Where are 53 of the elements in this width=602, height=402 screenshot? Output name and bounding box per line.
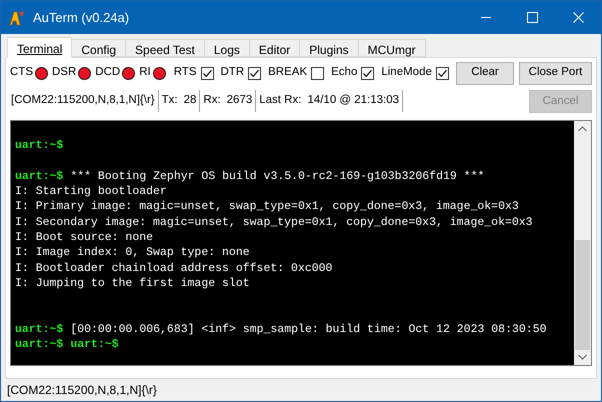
maximize-icon[interactable] — [526, 12, 538, 23]
tab[interactable]: MCUmgr — [358, 39, 426, 57]
status-text: [COM22:115200,N,8,1,N]{\r} — [7, 382, 157, 399]
info-label: Tx: — [160, 92, 179, 108]
signal-label: RI — [139, 65, 151, 80]
push-button[interactable]: Close Port — [519, 62, 592, 84]
info-value: 2673 — [224, 90, 256, 112]
terminal-line: I: Starting bootloader — [15, 184, 167, 200]
close-icon[interactable] — [572, 12, 584, 23]
push-button[interactable]: Clear — [456, 62, 514, 84]
checkbox[interactable] — [311, 66, 324, 80]
tab[interactable]: Logs — [204, 39, 250, 57]
checkbox[interactable] — [200, 66, 214, 80]
terminal-line: I: Jumping to the first image slot — [15, 276, 250, 292]
window-title: AuTerm (v0.24a) — [33, 8, 130, 27]
checkbox-label: DTR — [220, 65, 244, 80]
scroll-thumb[interactable] — [575, 240, 590, 350]
checkbox[interactable] — [248, 66, 262, 80]
checkbox[interactable] — [361, 66, 374, 80]
scroll-down-icon[interactable] — [578, 354, 587, 360]
info-value: 14/10 @ 21:13:03 — [304, 90, 404, 112]
scroll-up-icon[interactable] — [578, 126, 587, 132]
tab[interactable]: Editor — [250, 39, 300, 57]
signal-label: DCD — [95, 65, 120, 80]
checkbox-label: BREAK — [268, 65, 308, 80]
checkbox-label: RTS — [174, 65, 196, 80]
shell-prompt: uart:~$ — [15, 337, 64, 352]
shell-prompt: uart:~$ — [15, 322, 64, 338]
tab[interactable]: Terminal — [7, 37, 72, 58]
info-value: 28 — [180, 90, 200, 112]
checkbox-label: Echo — [331, 65, 358, 80]
tab[interactable]: Config — [72, 39, 126, 57]
terminal-line: I: Primary image: magic=unset, swap_type=0x1, copy_done=0x3, image_ok=0x3 — [15, 199, 519, 215]
tab[interactable]: Speed Test — [126, 39, 205, 57]
terminal-line: I: Bootloader chainload address offset: 0xc000 — [15, 260, 332, 276]
signal-label: CTS — [10, 65, 33, 80]
checkbox-label: LineMode — [381, 65, 432, 80]
app-logo-icon — [8, 8, 26, 26]
signal-label: DSR — [52, 65, 76, 80]
terminal-line: I: Secondary image: magic=unset, swap_type=0x1, copy_done=0x3, image_ok=0x3 — [15, 214, 533, 230]
terminal-line: *** Booting Zephyr OS build v3.5.0-rc2-169-g103b3206fd19 *** — [70, 168, 484, 184]
info-label: Rx: — [202, 92, 222, 108]
scrollbar[interactable] — [574, 121, 591, 365]
info-value: [COM22:115200,N,8,1,N]{\r} — [10, 90, 159, 112]
info-label: Last Rx: — [258, 92, 302, 108]
shell-prompt: uart:~$ — [70, 337, 119, 352]
shell-prompt: uart:~$ — [15, 138, 64, 154]
terminal-line: I: Image index: 0, Swap type: none — [15, 245, 250, 261]
terminal-line: I: Boot source: none — [15, 230, 154, 246]
terminal-line: [00:00:00.006,683] <inf> smp_sample: build time: Oct 12 2023 08:30:50 — [70, 322, 546, 338]
shell-prompt: uart:~$ — [15, 168, 64, 184]
checkbox[interactable] — [436, 66, 449, 80]
tab[interactable]: Plugins — [300, 39, 359, 57]
